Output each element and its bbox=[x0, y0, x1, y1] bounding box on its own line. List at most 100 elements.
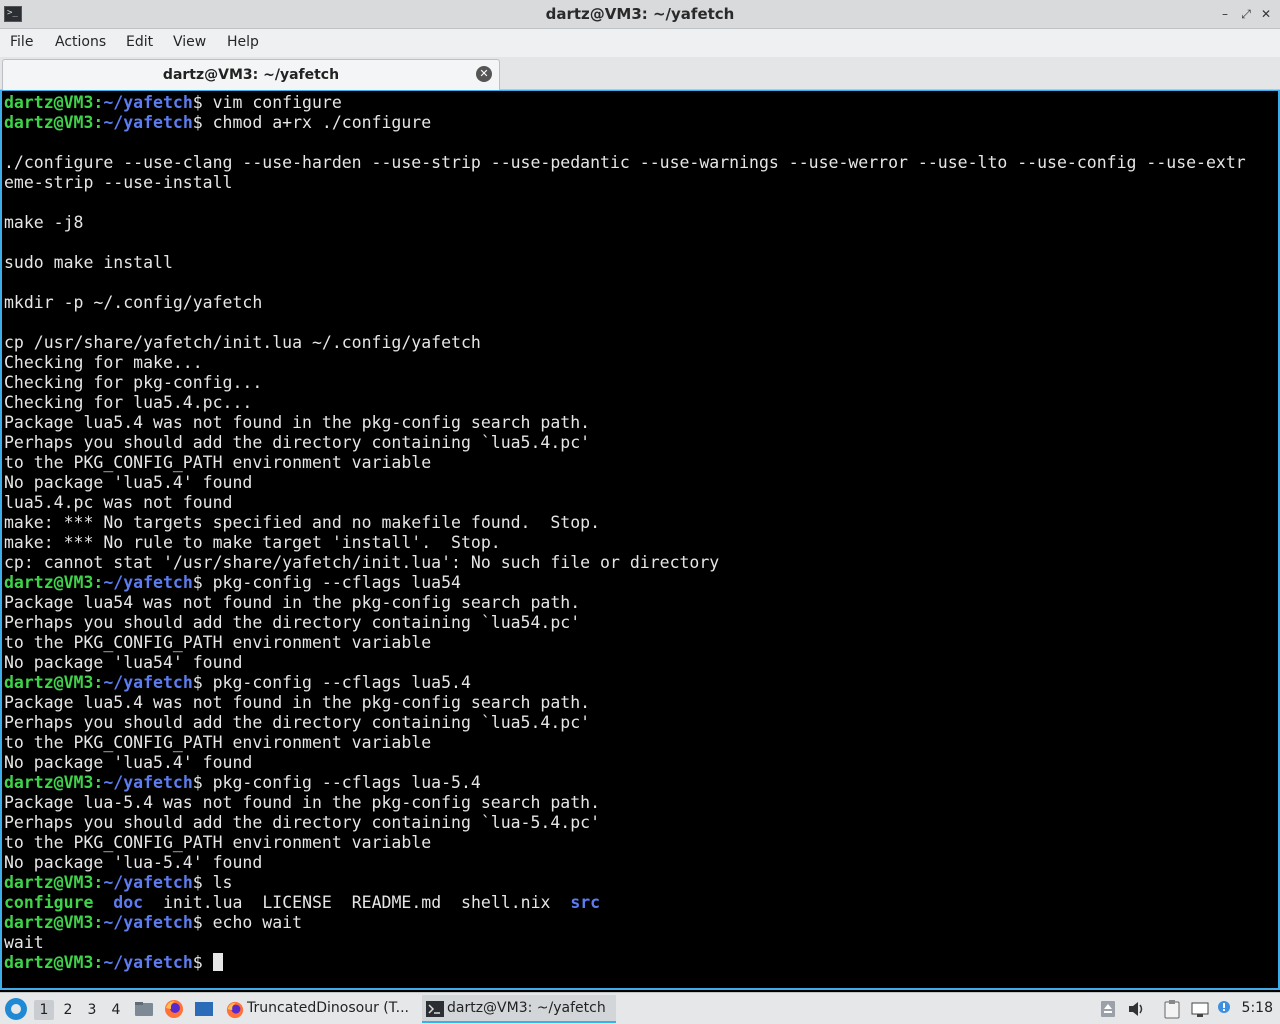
output-line: No package 'lua5.4' found bbox=[4, 753, 253, 772]
output-line: sudo make install bbox=[4, 253, 173, 272]
prompt-path: ~/yafetch bbox=[103, 873, 193, 892]
ls-entry: LICENSE bbox=[262, 893, 332, 912]
menu-help[interactable]: Help bbox=[227, 34, 259, 50]
output-line: Checking for pkg-config... bbox=[4, 373, 263, 392]
maximize-icon[interactable]: ⤢ bbox=[1238, 5, 1254, 23]
prompt-user: dartz@VM3: bbox=[4, 913, 104, 932]
menu-edit[interactable]: Edit bbox=[126, 34, 153, 50]
prompt-user: dartz@VM3: bbox=[4, 873, 104, 892]
output-line: Perhaps you should add the directory con… bbox=[4, 613, 581, 632]
output-line: Package lua54 was not found in the pkg-c… bbox=[4, 593, 581, 612]
prompt-symbol: $ bbox=[192, 873, 203, 892]
prompt-line: dartz@VM3:~/yafetch$ vim configure bbox=[4, 93, 1246, 113]
tab-bar: dartz@VM3: ~/yafetch ✕ bbox=[0, 57, 1280, 90]
output-line: ./configure --use-clang --use-harden --u… bbox=[4, 153, 1246, 172]
menu-view[interactable]: View bbox=[173, 34, 206, 50]
prompt-symbol: $ bbox=[192, 573, 203, 592]
clipboard-icon[interactable] bbox=[1163, 999, 1181, 1019]
command-text: vim configure bbox=[202, 93, 342, 112]
prompt-user: dartz@VM3: bbox=[4, 113, 104, 132]
workspace-2[interactable]: 2 bbox=[58, 1000, 78, 1020]
prompt-line: dartz@VM3:~/yafetch$ ls bbox=[4, 873, 1246, 893]
prompt-path: ~/yafetch bbox=[103, 953, 193, 972]
ls-entry: configure bbox=[4, 893, 94, 912]
desktop-icon[interactable] bbox=[194, 999, 214, 1019]
command-text: pkg-config --cflags lua54 bbox=[202, 573, 461, 592]
command-text bbox=[203, 953, 213, 972]
prompt-line: dartz@VM3:~/yafetch$ pkg-config --cflags… bbox=[4, 773, 1246, 793]
prompt-symbol: $ bbox=[192, 953, 203, 972]
output-line: make: *** No rule to make target 'instal… bbox=[4, 533, 501, 552]
app-menu-icon[interactable] bbox=[5, 998, 27, 1020]
close-icon[interactable]: ✕ bbox=[1258, 5, 1274, 23]
prompt-path: ~/yafetch bbox=[103, 93, 193, 112]
prompt-symbol: $ bbox=[192, 773, 203, 792]
prompt-line: dartz@VM3:~/yafetch$ bbox=[4, 953, 1246, 973]
minimize-icon[interactable]: – bbox=[1217, 5, 1233, 23]
prompt-user: dartz@VM3: bbox=[4, 573, 104, 592]
clock[interactable]: 5:18 bbox=[1242, 1000, 1273, 1016]
firefox-icon[interactable] bbox=[164, 999, 184, 1019]
ls-output-line: configure doc init.lua LICENSE README.md… bbox=[4, 893, 1246, 913]
update-notification-icon[interactable] bbox=[1215, 999, 1233, 1019]
output-line: No package 'lua-5.4' found bbox=[4, 853, 263, 872]
file-manager-icon[interactable] bbox=[134, 999, 154, 1019]
prompt-path: ~/yafetch bbox=[103, 113, 193, 132]
window-titlebar[interactable]: >_ dartz@VM3: ~/yafetch – ⤢ ✕ bbox=[0, 0, 1280, 29]
output-line: make -j8 bbox=[4, 213, 84, 232]
menu-file[interactable]: File bbox=[10, 34, 33, 50]
prompt-symbol: $ bbox=[192, 93, 203, 112]
output-line: eme-strip --use-install bbox=[4, 173, 233, 192]
command-text: ls bbox=[202, 873, 233, 892]
prompt-symbol: $ bbox=[192, 113, 203, 132]
workspace-3[interactable]: 3 bbox=[82, 1000, 102, 1020]
output-line: Checking for make... bbox=[4, 353, 203, 372]
volume-icon[interactable] bbox=[1127, 999, 1145, 1019]
output-line: to the PKG_CONFIG_PATH environment varia… bbox=[4, 833, 432, 852]
output-line: lua5.4.pc was not found bbox=[4, 493, 233, 512]
network-icon[interactable] bbox=[1191, 999, 1209, 1019]
menu-actions[interactable]: Actions bbox=[55, 34, 106, 50]
command-text: echo wait bbox=[202, 913, 303, 932]
prompt-user: dartz@VM3: bbox=[4, 93, 104, 112]
output-line: Perhaps you should add the directory con… bbox=[4, 713, 591, 732]
prompt-user: dartz@VM3: bbox=[4, 953, 104, 972]
ls-entry: doc bbox=[113, 893, 144, 912]
output-line: Package lua5.4 was not found in the pkg-… bbox=[4, 693, 591, 712]
prompt-path: ~/yafetch bbox=[103, 673, 193, 692]
close-icon[interactable]: ✕ bbox=[476, 66, 492, 82]
output-line: No package 'lua54' found bbox=[4, 653, 243, 672]
prompt-path: ~/yafetch bbox=[103, 573, 193, 592]
disk-icon[interactable] bbox=[1099, 999, 1117, 1019]
task-label: TruncatedDinosour (T... bbox=[247, 1000, 410, 1016]
tab-label: dartz@VM3: ~/yafetch bbox=[162, 67, 340, 83]
terminal-view[interactable]: dartz@VM3:~/yafetch$ vim configure dartz@… bbox=[0, 90, 1280, 990]
tab-terminal[interactable]: dartz@VM3: ~/yafetch ✕ bbox=[2, 59, 500, 90]
output-line: No package 'lua5.4' found bbox=[4, 473, 253, 492]
ls-entry: init.lua bbox=[162, 893, 243, 912]
workspace-1[interactable]: 1 bbox=[34, 1000, 54, 1020]
prompt-user: dartz@VM3: bbox=[4, 773, 104, 792]
prompt-line: dartz@VM3:~/yafetch$ echo wait bbox=[4, 913, 1246, 933]
prompt-path: ~/yafetch bbox=[103, 913, 193, 932]
output-line: Perhaps you should add the directory con… bbox=[4, 433, 591, 452]
prompt-symbol: $ bbox=[192, 913, 203, 932]
task-label: dartz@VM3: ~/yafetch bbox=[447, 1000, 606, 1016]
workspace-4[interactable]: 4 bbox=[106, 1000, 126, 1020]
text-cursor[interactable] bbox=[212, 953, 223, 971]
task-terminal[interactable]: dartz@VM3: ~/yafetch bbox=[422, 995, 616, 1023]
firefox-icon bbox=[226, 1001, 244, 1019]
terminal-icon bbox=[426, 1001, 444, 1017]
output-line: mkdir -p ~/.config/yafetch bbox=[4, 293, 263, 312]
output-line: to the PKG_CONFIG_PATH environment varia… bbox=[4, 633, 432, 652]
task-firefox[interactable]: TruncatedDinosour (T... bbox=[222, 995, 418, 1023]
command-text: pkg-config --cflags lua5.4 bbox=[202, 673, 471, 692]
output-line: wait bbox=[4, 933, 44, 952]
menu-bar: File Actions Edit View Help bbox=[0, 29, 1280, 57]
command-text: pkg-config --cflags lua-5.4 bbox=[202, 773, 481, 792]
